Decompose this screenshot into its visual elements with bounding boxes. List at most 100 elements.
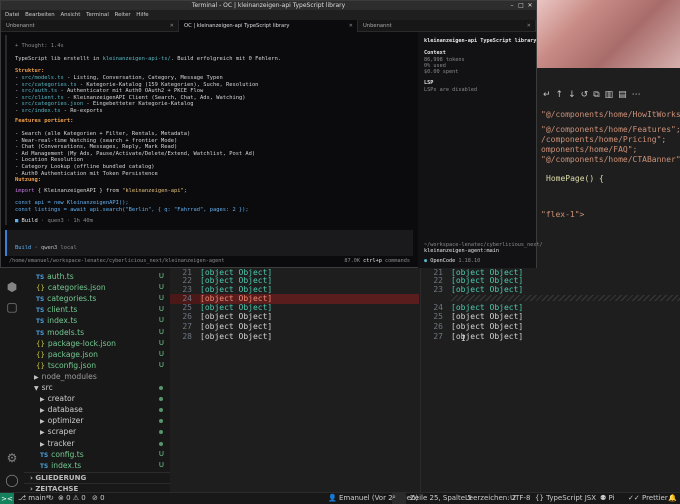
explorer-item[interactable]: TS index.ts U	[24, 460, 170, 471]
line-number: 25	[433, 312, 443, 321]
explorer-item[interactable]: TS models.ts U	[24, 327, 170, 338]
tab-opencode[interactable]: OC | kleinanzeigen-api TypeScript librar…	[179, 20, 358, 32]
arrow-down-icon[interactable]: ↓	[568, 90, 576, 100]
git-branch[interactable]: ⎇ main*	[18, 494, 49, 502]
minimize-icon[interactable]: –	[508, 2, 516, 9]
chevron-right-icon: ▶	[40, 418, 45, 426]
menu-terminal[interactable]: Terminal	[86, 12, 109, 18]
code-line: /components/home/Pricing";	[541, 135, 667, 144]
explorer-item-label: categories.json	[47, 283, 106, 293]
code-line: "@/components/home/CTABanner";	[541, 155, 680, 164]
diff-options-icon[interactable]: ▤	[618, 90, 627, 100]
explorer-item[interactable]: ▼ src	[24, 382, 170, 393]
explorer-item[interactable]: ▶ creator	[24, 393, 170, 404]
menu-help[interactable]: Hilfe	[136, 12, 148, 18]
file-path: src/auth.ts	[21, 88, 58, 95]
feature-item: - Chat (Conversations, Messages, Reply, …	[15, 144, 178, 151]
notifications-bell-icon[interactable]: 🔔	[668, 494, 677, 502]
explorer-item-label: scraper	[47, 427, 77, 437]
line-number: 23	[433, 285, 443, 294]
typescript-file-icon: TS	[36, 297, 45, 304]
split-editor-icon[interactable]: ▥	[605, 90, 614, 100]
arrow-left-icon[interactable]: ↵	[543, 90, 551, 100]
copilot-icon[interactable]: ⚉ Pi	[600, 494, 615, 502]
git-status-badge: U	[158, 327, 164, 336]
context-spent: $0.00 spent	[424, 69, 459, 75]
line-number: 22	[433, 276, 443, 285]
problems-indicator[interactable]: ⊗ 0 ⚠ 0	[58, 494, 86, 502]
json-file-icon: {}	[36, 284, 45, 293]
arrow-up-icon[interactable]: ↑	[556, 90, 564, 100]
build-status: ■ Build · quen3 · 1h 40m	[15, 218, 93, 224]
file-path: src/index.ts	[21, 108, 61, 114]
menu-file[interactable]: Datei	[5, 12, 19, 18]
encoding[interactable]: UTF-8	[510, 494, 530, 502]
puzzle-extensions-icon[interactable]: ⬢	[5, 280, 19, 294]
diff-editor-original[interactable]: 21 22 23 24 25 26 27 28 [object Object] [object O…	[170, 268, 420, 492]
code-line: "@/components/home/Features";	[541, 125, 680, 134]
prompt-input[interactable]: Build · qwen3 local	[5, 230, 413, 256]
file-path: src/categories.ts	[21, 81, 77, 88]
explorer-item[interactable]: {} package-lock.json U	[24, 338, 170, 349]
explorer-item[interactable]: ▶ tracker	[24, 438, 170, 449]
remote-indicator[interactable]: ><	[0, 493, 14, 504]
explorer-item[interactable]: {} categories.json U	[24, 282, 170, 293]
tab-close-icon[interactable]: ✕	[349, 20, 353, 32]
usage-heading: Nutzung:	[15, 177, 41, 183]
explorer-item[interactable]: ▶ node_modules	[24, 371, 170, 382]
explorer-item-label: index.ts	[51, 460, 82, 470]
line-number: 25	[182, 303, 192, 312]
explorer-item[interactable]: ▶ scraper	[24, 426, 170, 437]
account-icon[interactable]: ◯	[5, 473, 19, 487]
close-icon[interactable]: ✕	[526, 2, 534, 9]
section-outline[interactable]: › GLIEDERUNG	[24, 472, 170, 483]
undo-icon[interactable]: ↺	[581, 90, 589, 100]
tab-close-icon[interactable]: ✕	[527, 20, 531, 32]
git-status-dot	[159, 386, 163, 390]
explorer-item-label: models.ts	[47, 327, 85, 337]
explorer-item[interactable]: ▶ database	[24, 404, 170, 415]
scrollbar-diff-marker	[415, 294, 419, 304]
cursor-position[interactable]: Zeile 25, Spalte 5	[410, 494, 472, 502]
menu-edit[interactable]: Bearbeiten	[25, 12, 55, 18]
settings-gear-icon[interactable]: ⚙	[5, 451, 19, 465]
git-status-badge: U	[158, 338, 164, 347]
menu-tabs[interactable]: Reiter	[115, 12, 131, 18]
explorer-item[interactable]: TS categories.ts U	[24, 293, 170, 304]
tab-unnamed-2[interactable]: Unbenannt ✕	[358, 20, 536, 32]
explorer-item[interactable]: ▶ optimizer	[24, 415, 170, 426]
language-mode[interactable]: {} TypeScript JSX	[535, 494, 596, 502]
explorer-item[interactable]: {} tsconfig.json U	[24, 360, 170, 371]
indentation[interactable]: Leerzeichen: 2	[465, 494, 516, 502]
prettier-status[interactable]: ✓✓ Prettier	[628, 494, 668, 502]
code-line: [object Object]	[200, 294, 273, 303]
maximize-icon[interactable]: □	[517, 2, 525, 9]
prompt-mode[interactable]: Build · qwen3 local	[15, 245, 77, 251]
typescript-file-icon: TS	[40, 463, 49, 470]
lsp-status: LSPs are disabled	[424, 87, 478, 93]
sync-icon[interactable]: ↻	[48, 494, 54, 502]
explorer-item[interactable]: TS client.ts U	[24, 304, 170, 315]
line-number: 26	[182, 312, 192, 321]
explorer-item[interactable]: TS config.ts U	[24, 449, 170, 460]
more-icon[interactable]: ⋯	[632, 90, 641, 100]
explorer-item[interactable]: {} package.json U	[24, 349, 170, 360]
explorer-item-label: tracker	[47, 438, 75, 448]
explorer-item-label: database	[47, 405, 83, 415]
tab-unnamed-1[interactable]: Unbenannt ✕	[1, 20, 179, 32]
explorer-item[interactable]: TS auth.ts U	[24, 271, 170, 282]
file-path: src/client.ts	[21, 94, 64, 101]
struktur-heading: Struktur:	[15, 68, 45, 74]
menu-view[interactable]: Ansicht	[60, 12, 80, 18]
summary-line: TypeScript lib erstellt in kleinanzeigen…	[15, 56, 282, 62]
zoom-icon[interactable]: ⌕	[392, 493, 406, 504]
git-status-dot	[159, 397, 163, 402]
tab-close-icon[interactable]: ✕	[170, 20, 174, 32]
diff-editor-modified[interactable]: 21 22 23 24 25 26 27 [object Object] [object Obj…	[420, 268, 680, 492]
explorer-item[interactable]: TS index.ts U	[24, 315, 170, 326]
file-description: - KleinanzeigenAPI Client (Search, Chat,…	[63, 94, 246, 101]
remote-explorer-icon[interactable]: ▢	[5, 300, 19, 314]
copy-icon[interactable]: ⧉	[593, 90, 599, 100]
context-label: Context	[424, 50, 446, 56]
ports-indicator[interactable]: ⊘ 0	[92, 494, 105, 502]
